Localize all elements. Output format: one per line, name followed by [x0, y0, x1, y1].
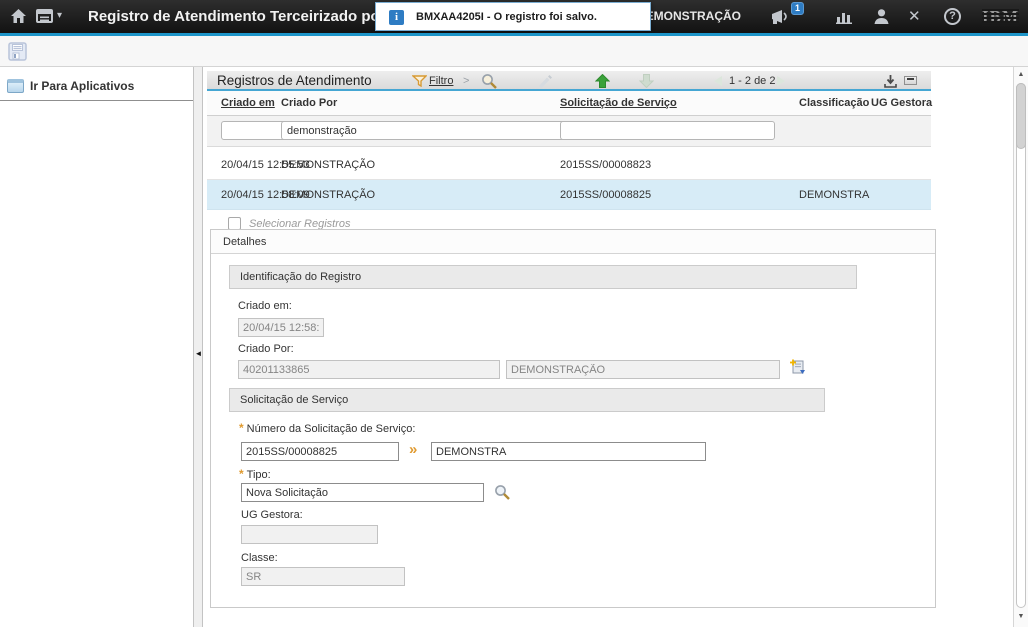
filter-link[interactable]: Filtro	[429, 71, 453, 91]
type-lookup-icon[interactable]	[494, 484, 511, 501]
required-icon: *	[239, 421, 244, 435]
column-header-criado-em[interactable]: Criado em	[221, 91, 275, 116]
collapse-sidebar-handle[interactable]: ◄	[194, 347, 203, 361]
info-icon: i	[389, 10, 404, 25]
created-by-label: Criado Por:	[238, 343, 294, 355]
sidebar-item-go-to-applications[interactable]: Ir Para Aplicativos	[0, 67, 193, 101]
profile-person-icon[interactable]	[873, 8, 890, 25]
logout-close-icon[interactable]: ✕	[908, 0, 921, 33]
section-service-request-label: Solicitação de Serviço	[240, 389, 348, 411]
previous-row-up-icon[interactable]	[595, 74, 610, 88]
section-identification: Identificação do Registro	[229, 265, 857, 289]
type-label: *Tipo:	[239, 467, 271, 481]
details-title: Detalhes	[223, 230, 266, 254]
next-page-icon[interactable]	[777, 76, 790, 86]
next-row-down-icon[interactable]	[639, 74, 654, 88]
filter-input-solicitacao[interactable]	[560, 121, 775, 140]
section-identification-label: Identificação do Registro	[240, 266, 361, 288]
edit-disabled-icon	[537, 74, 553, 89]
cell-classificacao[interactable]: DEMONSTRA	[799, 180, 869, 210]
notification-badge: 1	[791, 2, 804, 15]
go-to-menu-button[interactable]: ▾	[36, 8, 66, 24]
cell-solicitacao[interactable]: 2015SS/00008823	[560, 150, 651, 180]
ug-gestora-field	[241, 525, 378, 544]
download-icon[interactable]	[883, 74, 898, 89]
action-toolbar	[0, 36, 1028, 67]
details-panel: Detalhes Identificação do Registro Criad…	[210, 229, 936, 608]
scrollbar-track[interactable]	[1016, 83, 1026, 608]
column-header-classificacao: Classificação	[799, 91, 869, 116]
sr-number-field[interactable]	[241, 442, 399, 461]
column-header-ug-gestora: UG Gestora	[871, 91, 932, 116]
created-by-name-field	[506, 360, 780, 379]
scroll-up-icon[interactable]: ▲	[1014, 69, 1028, 81]
created-on-field	[238, 318, 324, 337]
toast-text: BMXAA4205I - O registro foi salvo.	[416, 3, 597, 32]
classe-field	[241, 567, 405, 586]
table-filter-row	[207, 116, 931, 147]
vertical-scrollbar[interactable]: ▲ ▼	[1013, 67, 1028, 627]
required-icon: *	[239, 467, 244, 481]
double-chevron-icon: »	[409, 441, 417, 458]
column-header-solicitacao[interactable]: Solicitação de Serviço	[560, 91, 677, 116]
detail-menu-icon[interactable]	[789, 358, 807, 376]
type-field[interactable]	[241, 483, 484, 502]
column-header-criado-por: Criado Por	[281, 91, 337, 116]
previous-page-icon[interactable]	[709, 76, 722, 86]
created-on-label: Criado em:	[238, 300, 292, 312]
created-by-id-field	[238, 360, 500, 379]
minimize-table-icon[interactable]	[904, 76, 917, 85]
cell-criado-por[interactable]: DEMONSTRAÇÃO	[281, 150, 375, 180]
ug-gestora-label: UG Gestora:	[241, 509, 303, 521]
filter-funnel-icon[interactable]	[412, 75, 427, 87]
table-column-headers: Criado em Criado Por Solicitação de Serv…	[207, 91, 931, 116]
application-window: ▾ Registro de Atendimento Terceirizado p…	[0, 0, 1028, 627]
table-row-selected[interactable]: 20/04/15 12:58:09 DEMONSTRAÇÃO 2015SS/00…	[207, 180, 931, 210]
table-row[interactable]: 20/04/15 12:55:53 DEMONSTRAÇÃO 2015SS/00…	[207, 150, 931, 180]
sidebar: Ir Para Aplicativos	[0, 67, 193, 627]
sidebar-splitter[interactable]: ◄	[193, 67, 203, 627]
home-icon[interactable]	[10, 8, 27, 25]
scrollbar-thumb[interactable]	[1016, 83, 1026, 149]
toast-message: i BMXAA4205I - O registro foi salvo.	[375, 2, 651, 31]
table-title: Registros de Atendimento	[217, 71, 372, 91]
classe-label: Classe:	[241, 552, 278, 564]
help-icon[interactable]: ?	[944, 8, 961, 25]
save-button[interactable]	[8, 42, 27, 61]
reports-chart-icon[interactable]	[836, 10, 853, 24]
page-title: Registro de Atendimento Terceirizado po	[88, 0, 380, 33]
ibm-logo: IBM	[982, 7, 1019, 26]
sidebar-item-label: Ir Para Aplicativos	[30, 67, 134, 101]
table-toolbar: Registros de Atendimento Filtro > 1 - 2 …	[207, 71, 931, 91]
scroll-down-icon[interactable]: ▼	[1014, 611, 1028, 623]
caret-down-icon: ▾	[57, 8, 62, 24]
details-panel-header: Detalhes	[211, 230, 935, 254]
applications-icon	[7, 79, 24, 93]
chevron-right-icon[interactable]: >	[463, 71, 469, 91]
window-menu-icon	[36, 8, 55, 24]
sr-number-label: *Número da Solicitação de Serviço:	[239, 421, 415, 435]
sr-description-field[interactable]	[431, 442, 706, 461]
section-service-request: Solicitação de Serviço	[229, 388, 825, 412]
cell-criado-por[interactable]: DEMONSTRAÇÃO	[281, 180, 375, 210]
announcements-icon[interactable]	[770, 8, 791, 25]
search-table-icon[interactable]	[481, 73, 498, 90]
cell-solicitacao[interactable]: 2015SS/00008825	[560, 180, 651, 210]
pagination-label: 1 - 2 de 2	[729, 71, 775, 91]
logged-user-label: DEMONSTRAÇÃO	[637, 0, 741, 33]
